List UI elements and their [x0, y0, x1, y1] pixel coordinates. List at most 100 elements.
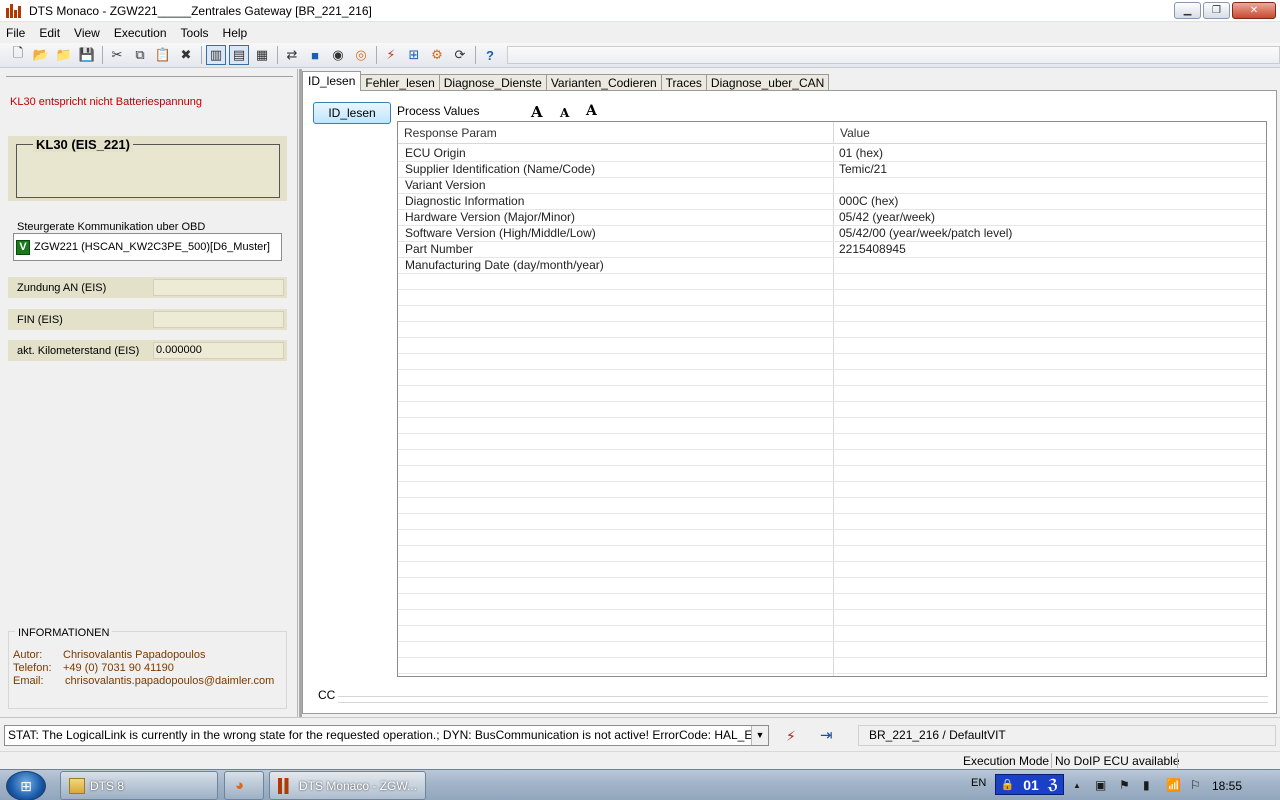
tray-action-center-icon[interactable]: ⚐: [1190, 778, 1201, 792]
empty-row: [398, 498, 1266, 514]
record-icon[interactable]: ◉: [328, 45, 348, 65]
menu-execution[interactable]: Execution: [107, 26, 174, 40]
info-key: Autor:: [13, 649, 43, 661]
empty-row: [398, 450, 1266, 466]
status-message: STAT: The LogicalLink is currently in th…: [8, 728, 769, 742]
clock[interactable]: 18:55: [1212, 779, 1242, 793]
login-icon[interactable]: ⇥: [820, 726, 833, 744]
minimize-button[interactable]: ▁: [1174, 2, 1201, 19]
empty-row: [398, 418, 1266, 434]
tab-strip: ID_lesen Fehler_lesen Diagnose_Dienste V…: [302, 71, 830, 91]
table-row[interactable]: Software Version (High/Middle/Low) 05/42/…: [398, 226, 1266, 242]
empty-row: [398, 674, 1266, 676]
open-recent-icon[interactable]: 📁: [54, 45, 74, 65]
layout-left-icon[interactable]: ▥: [206, 45, 226, 65]
taskbar-item-monaco[interactable]: DTS Monaco - ZGW...: [269, 771, 426, 800]
chevron-down-icon[interactable]: ▼: [751, 726, 768, 745]
connection-icon[interactable]: ⚡: [786, 728, 796, 745]
help-icon[interactable]: ?: [480, 45, 500, 65]
taskbar-item-firefox[interactable]: ◕: [224, 771, 264, 800]
empty-cell: [834, 594, 1266, 609]
table-row[interactable]: Part Number 2215408945: [398, 242, 1266, 258]
status-message-combo[interactable]: STAT: The LogicalLink is currently in th…: [4, 725, 769, 746]
maximize-button[interactable]: ❐: [1203, 2, 1230, 19]
empty-row: [398, 562, 1266, 578]
tray-network-icon[interactable]: 📶: [1166, 778, 1181, 792]
restore-icon: ❐: [1212, 5, 1221, 16]
copy-icon[interactable]: ⧉: [130, 45, 150, 65]
tab-diagnose-uber-can[interactable]: Diagnose_uber_CAN: [705, 74, 830, 91]
table-row[interactable]: Variant Version: [398, 178, 1266, 194]
table-body: ECU Origin 01 (hex) Supplier Identificati…: [398, 146, 1266, 676]
font-reset-icon[interactable]: A: [586, 103, 597, 119]
paste-icon[interactable]: 📋: [153, 45, 173, 65]
save-icon[interactable]: 💾: [77, 45, 97, 65]
connect-icon[interactable]: ⇄: [282, 45, 302, 65]
network-icon[interactable]: ⊞: [404, 45, 424, 65]
table-row[interactable]: Supplier Identification (Name/Code) Temic…: [398, 162, 1266, 178]
keyboard-indicator[interactable]: 🔒 01 ℨ: [995, 774, 1064, 795]
link-icon[interactable]: ⚡: [381, 45, 401, 65]
tray-battery-icon[interactable]: ▮: [1143, 778, 1150, 792]
ecu-selector-value: ZGW221 (HSCAN_KW2C3PE_500)[D6_Muster]: [34, 241, 270, 253]
empty-cell: [834, 498, 1266, 513]
empty-cell: [398, 322, 834, 337]
layout-columns-icon[interactable]: ▦: [252, 45, 272, 65]
settings-icon[interactable]: ⚙: [427, 45, 447, 65]
empty-cell: [834, 322, 1266, 337]
table-row[interactable]: ECU Origin 01 (hex): [398, 146, 1266, 162]
tab-id-lesen[interactable]: ID_lesen: [302, 71, 362, 91]
tray-flag-icon[interactable]: ⚑: [1119, 778, 1130, 792]
empty-cell: [398, 402, 834, 417]
layout-split-icon[interactable]: ▤: [229, 45, 249, 65]
column-header-param[interactable]: Response Param: [398, 122, 834, 144]
tab-diagnose-dienste[interactable]: Diagnose_Dienste: [438, 74, 547, 91]
flash-icon[interactable]: ⟳: [450, 45, 470, 65]
empty-cell: [834, 418, 1266, 433]
open-folder-icon[interactable]: 📂: [31, 45, 51, 65]
empty-cell: [834, 530, 1266, 545]
cut-icon[interactable]: ✂: [107, 45, 127, 65]
tab-traces[interactable]: Traces: [660, 74, 707, 91]
table-row[interactable]: Diagnostic Information 000C (hex): [398, 194, 1266, 210]
menu-help[interactable]: Help: [216, 26, 255, 40]
tray-expand-icon[interactable]: ▲: [1073, 781, 1081, 790]
new-file-icon[interactable]: 🗋: [8, 45, 28, 65]
close-button[interactable]: ✕: [1232, 2, 1276, 19]
column-header-value[interactable]: Value: [834, 122, 1266, 144]
tab-fehler-lesen[interactable]: Fehler_lesen: [360, 74, 440, 91]
tray-device-icon[interactable]: ▣: [1095, 778, 1106, 792]
font-decrease-icon[interactable]: A: [560, 106, 569, 120]
empty-cell: [834, 546, 1266, 561]
app-icon: [5, 3, 21, 19]
taskbar-item-dts8[interactable]: DTS 8: [60, 771, 218, 800]
cell-param: Hardware Version (Major/Minor): [398, 210, 834, 225]
tab-varianten-codieren[interactable]: Varianten_Codieren: [545, 74, 662, 91]
stop-icon[interactable]: ■: [305, 45, 325, 65]
language-indicator[interactable]: EN: [971, 777, 986, 789]
delete-icon[interactable]: ✖: [176, 45, 196, 65]
menu-view[interactable]: View: [67, 26, 107, 40]
info-title: INFORMATIONEN: [15, 627, 113, 639]
empty-row: [398, 434, 1266, 450]
empty-row: [398, 306, 1266, 322]
folder-icon: [69, 777, 85, 794]
empty-cell: [834, 402, 1266, 417]
id-lesen-button[interactable]: ID_lesen: [313, 102, 391, 124]
empty-row: [398, 322, 1266, 338]
target-icon[interactable]: ◎: [351, 45, 371, 65]
divider: [1051, 753, 1052, 768]
empty-cell: [834, 658, 1266, 673]
table-row[interactable]: Manufacturing Date (day/month/year): [398, 258, 1266, 274]
kl30-group: KL30 (EIS_221): [8, 136, 287, 201]
menu-tools[interactable]: Tools: [174, 26, 216, 40]
menu-edit[interactable]: Edit: [32, 26, 67, 40]
ecu-selector[interactable]: V ZGW221 (HSCAN_KW2C3PE_500)[D6_Muster]: [13, 233, 282, 261]
table-row[interactable]: Hardware Version (Major/Minor) 05/42 (yea…: [398, 210, 1266, 226]
empty-cell: [398, 594, 834, 609]
empty-cell: [398, 674, 834, 676]
left-panel: KL30 entspricht nicht Batteriespannung K…: [0, 69, 298, 717]
start-button[interactable]: ⊞: [6, 771, 46, 800]
font-increase-icon[interactable]: A: [531, 103, 543, 121]
menu-file[interactable]: File: [0, 26, 32, 40]
